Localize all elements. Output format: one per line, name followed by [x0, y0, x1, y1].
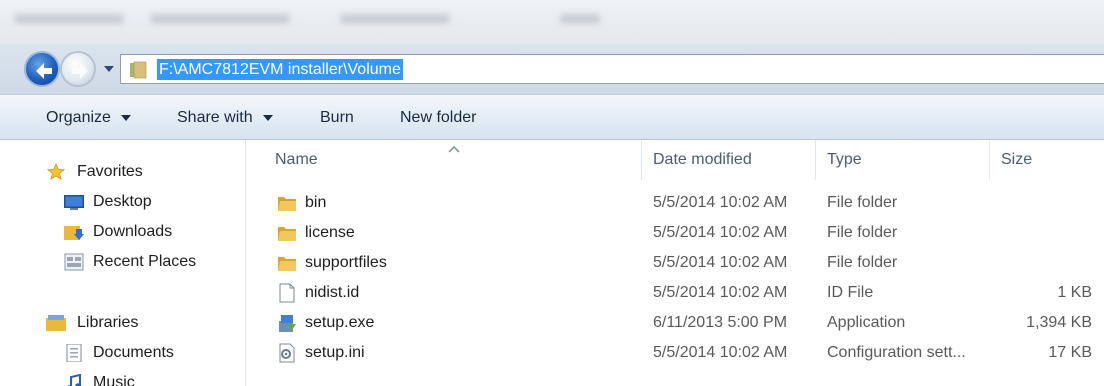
column-separator[interactable]	[989, 140, 990, 180]
folder-icon	[278, 227, 296, 241]
file-date: 5/5/2014 10:02 AM	[653, 194, 788, 211]
sort-ascending-icon	[448, 146, 460, 153]
chevron-down-icon[interactable]	[101, 62, 117, 76]
file-name: setup.exe	[305, 314, 375, 331]
share-with-button[interactable]: Share with	[177, 109, 274, 127]
nav-favorites-label: Favorites	[77, 163, 143, 180]
blurred-text	[14, 14, 124, 24]
organize-label: Organize	[46, 109, 111, 126]
file-size: 1 KB	[1057, 284, 1092, 301]
blurred-text	[150, 14, 290, 24]
back-button[interactable]	[24, 51, 60, 87]
downloads-icon	[64, 226, 84, 240]
file-row-license[interactable]: license 5/5/2014 10:02 AM File folder	[247, 218, 1104, 248]
file-date: 6/11/2013 5:00 PM	[653, 314, 788, 331]
file-name: nidist.id	[305, 284, 360, 301]
file-size: 1,394 KB	[1026, 314, 1092, 331]
installer-icon	[279, 315, 296, 332]
file-date: 5/5/2014 10:02 AM	[653, 224, 788, 241]
command-bar: Organize Share with Burn New folder	[0, 94, 1104, 140]
column-header-date[interactable]: Date modified	[645, 140, 815, 180]
arrow-left-icon	[36, 63, 52, 79]
file-type: File folder	[827, 254, 898, 271]
file-name: bin	[305, 194, 327, 211]
nav-item-label: Music	[93, 374, 135, 386]
blurred-text	[560, 14, 600, 24]
forward-button[interactable]	[60, 51, 96, 87]
chevron-down-icon	[121, 114, 132, 121]
documents-icon	[66, 344, 82, 362]
file-date: 5/5/2014 10:02 AM	[653, 254, 788, 271]
nav-item-label: Desktop	[93, 193, 152, 210]
nav-item-label: Recent Places	[93, 253, 197, 270]
nav-item-label: Documents	[93, 344, 174, 361]
file-date: 5/5/2014 10:02 AM	[653, 344, 788, 361]
share-with-label: Share with	[177, 109, 253, 126]
music-icon	[67, 374, 81, 386]
desktop-icon	[64, 195, 84, 210]
file-name: setup.ini	[305, 344, 365, 361]
blurred-text	[340, 14, 450, 24]
new-folder-label: New folder	[400, 109, 477, 126]
file-row-bin[interactable]: bin 5/5/2014 10:02 AM File folder	[247, 188, 1104, 218]
file-name: license	[305, 224, 355, 241]
file-list: Name Date modified Type Size bin 5/5/201…	[247, 140, 1104, 386]
burn-label: Burn	[320, 109, 354, 126]
file-type: ID File	[827, 284, 874, 301]
burn-button[interactable]: Burn	[320, 109, 354, 127]
nav-libraries-label: Libraries	[77, 314, 139, 331]
column-separator[interactable]	[815, 140, 816, 180]
new-folder-button[interactable]: New folder	[400, 109, 476, 127]
background-window-strip	[0, 0, 1104, 44]
libraries-icon	[46, 315, 66, 331]
file-type: Configuration sett...	[827, 344, 966, 361]
folder-icon	[130, 61, 147, 79]
nav-item-label: Downloads	[93, 223, 173, 240]
recent-places-icon	[64, 253, 84, 271]
blank-file-icon	[279, 283, 295, 303]
file-type: File folder	[827, 194, 898, 211]
file-type: Application	[827, 314, 906, 331]
star-icon	[46, 163, 66, 180]
address-bar[interactable]: F:\AMC7812EVM installer\Volume	[120, 54, 1104, 84]
file-row-setup-ini[interactable]: setup.ini 5/5/2014 10:02 AM Configuratio…	[247, 338, 1104, 368]
file-size: 17 KB	[1048, 344, 1092, 361]
address-toolbar: F:\AMC7812EVM installer\Volume	[0, 44, 1104, 94]
file-row-supportfiles[interactable]: supportfiles 5/5/2014 10:02 AM File fold…	[247, 248, 1104, 278]
file-name: supportfiles	[305, 254, 387, 271]
column-header-size[interactable]: Size	[993, 140, 1104, 180]
file-date: 5/5/2014 10:02 AM	[653, 284, 788, 301]
file-row-nidist-id[interactable]: nidist.id 5/5/2014 10:02 AM ID File 1 KB	[247, 278, 1104, 308]
organize-button[interactable]: Organize	[46, 109, 132, 127]
navigation-pane: Favorites Desktop Downloads Recent Place…	[0, 140, 246, 386]
folder-icon	[278, 257, 296, 271]
arrow-right-icon	[72, 63, 88, 79]
file-row-setup-exe[interactable]: setup.exe 6/11/2013 5:00 PM Application …	[247, 308, 1104, 338]
column-header-type[interactable]: Type	[819, 140, 989, 180]
chevron-down-icon	[263, 114, 274, 121]
folder-icon	[278, 197, 296, 211]
column-separator[interactable]	[641, 140, 642, 180]
address-path[interactable]: F:\AMC7812EVM installer\Volume	[157, 59, 403, 80]
file-type: File folder	[827, 224, 898, 241]
config-file-icon	[279, 343, 295, 363]
